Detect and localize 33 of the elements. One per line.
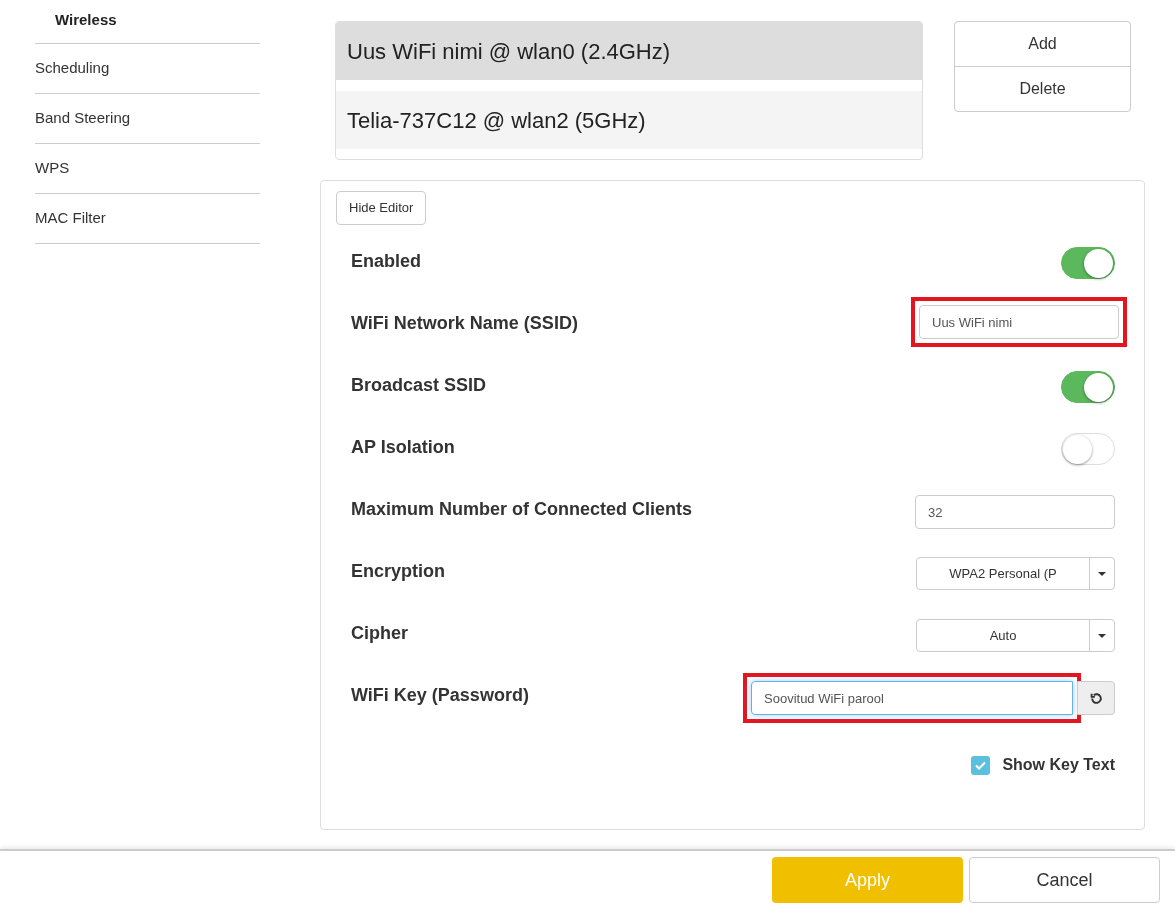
- network-item[interactable]: Uus WiFi nimi @ wlan0 (2.4GHz): [336, 22, 922, 80]
- sidebar-item[interactable]: WPS: [35, 144, 260, 194]
- checkbox-label: Show Key Text: [1002, 755, 1115, 775]
- field-label: WiFi Key (Password): [351, 684, 529, 707]
- reset-button[interactable]: [1077, 681, 1115, 715]
- reset-icon: [1089, 691, 1103, 705]
- network-item[interactable]: Telia-737C12 @ wlan2 (5GHz): [336, 91, 922, 149]
- sidebar-item[interactable]: Scheduling: [35, 44, 260, 94]
- sidebar-item[interactable]: MAC Filter: [35, 194, 260, 244]
- cancel-button[interactable]: Cancel: [969, 857, 1160, 903]
- field-label: Encryption: [351, 560, 445, 583]
- select-dropdown[interactable]: WPA2 Personal (P: [916, 557, 1115, 590]
- toggle-switch[interactable]: [1061, 371, 1115, 403]
- check-icon: [975, 760, 987, 770]
- password-field[interactable]: Soovitud WiFi parool: [751, 681, 1073, 715]
- network-action-button[interactable]: Add: [955, 22, 1130, 66]
- field-label: AP Isolation: [351, 436, 455, 459]
- sidebar-item[interactable]: Band Steering: [35, 94, 260, 144]
- text-field[interactable]: 32: [915, 495, 1115, 529]
- text-field[interactable]: Uus WiFi nimi: [919, 305, 1119, 339]
- field-label: Enabled: [351, 250, 421, 273]
- hide-editor-button[interactable]: Hide Editor: [336, 191, 427, 225]
- select-dropdown[interactable]: Auto: [916, 619, 1115, 652]
- caret-icon: [1098, 571, 1106, 576]
- network-action-button[interactable]: Delete: [955, 66, 1130, 111]
- checkbox[interactable]: [971, 755, 991, 775]
- sidebar-item[interactable]: Wireless: [35, 0, 260, 44]
- toggle-switch[interactable]: [1061, 247, 1115, 279]
- field-label: Cipher: [351, 622, 408, 645]
- caret-icon: [1098, 633, 1106, 638]
- field-label: Maximum Number of Connected Clients: [351, 498, 693, 521]
- field-label: Broadcast SSID: [351, 374, 487, 397]
- field-label: WiFi Network Name (SSID): [351, 312, 578, 335]
